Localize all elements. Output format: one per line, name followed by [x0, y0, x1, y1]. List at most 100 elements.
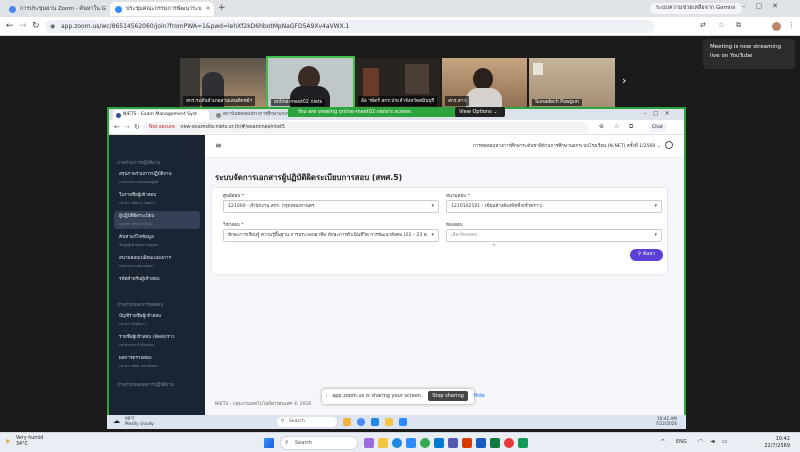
- avatar[interactable]: [772, 22, 781, 31]
- bookmark-icon[interactable]: ☆: [718, 21, 724, 29]
- sidebar-item-edit-data[interactable]: ค้นหาแก้ไขข้อมูล ข้อมูลผู้เข้าสอบรายบุคคล: [114, 232, 200, 250]
- back-icon[interactable]: ←: [114, 123, 120, 131]
- new-tab-icon[interactable]: +: [218, 3, 226, 13]
- teams-icon[interactable]: [448, 438, 458, 448]
- forward-icon[interactable]: →: [19, 21, 27, 31]
- share-notice: ⁞ app.zoom.us is sharing your screen. St…: [322, 389, 485, 404]
- shared-date: 7/22/2026: [655, 421, 677, 426]
- sidebar-item-violations[interactable]: ผู้ปฏิบัติผิดระเบียบ เอกสาร สทศ.5 (ใหม่): [114, 211, 200, 229]
- bookmark-icon[interactable]: ☆: [614, 123, 619, 130]
- hamburger-menu-icon[interactable]: ≡: [215, 141, 222, 150]
- chrome-icon[interactable]: [420, 438, 430, 448]
- tray-chevron-icon[interactable]: ⌃: [660, 438, 666, 446]
- menu-icon[interactable]: ⋮: [788, 21, 795, 29]
- sidebar-item-label: ใบรายชื่อผู้เข้าสอบ: [119, 193, 157, 198]
- reload-icon[interactable]: ↻: [134, 123, 140, 131]
- sidebar-item-examinee-list[interactable]: บัญชีรายชื่อผู้เข้าสอบ เอกสาร Digital 1: [114, 311, 200, 329]
- sidebar-section-title: ภาพรวมการปฏิบัติงาน: [117, 161, 161, 166]
- taskbar-search-label: Search: [289, 419, 305, 424]
- file-explorer-icon[interactable]: [378, 438, 388, 448]
- gemini-chip-label: ระบบความช่วยเหลือจาก Gemini: [656, 5, 736, 11]
- window-controls[interactable]: –▢✕: [742, 2, 788, 10]
- weather-icon: ☁: [113, 417, 120, 425]
- app-icon[interactable]: [518, 438, 528, 448]
- clock[interactable]: 10:42 22/7/2569: [750, 436, 790, 449]
- site-info-icon[interactable]: ◉: [50, 20, 55, 33]
- app-icon[interactable]: [343, 418, 351, 426]
- sidebar-item-room-list[interactable]: รายชื่อผู้เข้าสอบ (จัดส่ง)ราว เอกสารประจำ…: [114, 332, 200, 350]
- caret-down-icon: ▾: [431, 203, 434, 209]
- zoom-app-icon[interactable]: [406, 438, 416, 448]
- gemini-chip[interactable]: ระบบความช่วยเหลือจาก Gemini: [650, 3, 742, 14]
- user-icon[interactable]: [665, 141, 673, 149]
- filter-card: ศูนย์สอบ * 121000 - สำนักงาน สกร. กรุงเท…: [212, 188, 667, 274]
- word-icon[interactable]: [476, 438, 486, 448]
- battery-icon[interactable]: ▭: [722, 438, 728, 445]
- extensions-icon[interactable]: ⧉: [736, 21, 741, 30]
- weather-icon: ☀: [4, 437, 12, 446]
- close-icon[interactable]: ✕: [106, 6, 108, 12]
- taskbar-search[interactable]: ⚲ Search: [280, 436, 358, 450]
- browser-tab-active[interactable]: ประชุมคณะกรรมการพัฒนาระบ ✕: [110, 2, 214, 16]
- shared-url-input[interactable]: Not secure new-examsite.niets.or.th/#/ex…: [143, 122, 588, 133]
- room-object: [405, 64, 429, 94]
- hide-link[interactable]: Hide: [473, 393, 484, 399]
- excel-icon[interactable]: [490, 438, 500, 448]
- participant-video[interactable]: สกร.สาว: [442, 58, 527, 108]
- view-options-button[interactable]: View Options ⌄: [455, 107, 505, 117]
- chrome-icon[interactable]: [357, 418, 365, 426]
- search-button[interactable]: ⚲ ค้นหา: [630, 249, 663, 261]
- chat-button[interactable]: Chat: [649, 123, 666, 132]
- edge-icon[interactable]: [371, 418, 379, 426]
- powerpoint-icon[interactable]: [462, 438, 472, 448]
- app-icon[interactable]: [504, 438, 514, 448]
- extensions-icon[interactable]: ⧉: [629, 123, 633, 131]
- explorer-icon[interactable]: [385, 418, 393, 426]
- translate-icon[interactable]: ⇄: [700, 21, 706, 29]
- stop-sharing-button[interactable]: Stop sharing: [428, 391, 468, 401]
- weather-desc: Mostly cloudy: [125, 421, 154, 426]
- sidebar-item-overview[interactable]: สรุปภาพรวมการปฏิบัติงาน ภาพรวมการสอบของศู…: [114, 169, 200, 187]
- shared-window-controls[interactable]: –▢✕: [644, 110, 676, 117]
- windows-start-icon[interactable]: [264, 438, 274, 448]
- weather-widget[interactable]: Very humid 34°C: [16, 436, 43, 448]
- edge-icon[interactable]: [392, 438, 402, 448]
- site-select[interactable]: 1210102101 - เขียนห้างต้องพิชชิ่ง(ชั่วคร…: [446, 200, 662, 213]
- language-indicator[interactable]: ENG: [676, 439, 687, 445]
- outlook-icon[interactable]: [434, 438, 444, 448]
- close-icon[interactable]: ✕: [202, 6, 211, 12]
- url-input[interactable]: ◉ app.zoom.us/wc/86514562060/join?fromPW…: [45, 20, 655, 33]
- wifi-icon[interactable]: ◠: [698, 438, 703, 445]
- room-select[interactable]: เลือกห้องสอบ ▾: [446, 229, 662, 242]
- participant-video[interactable]: สกร.ระดับอำเภอสามเสนดิตชย์ฯ: [180, 58, 266, 108]
- sidebar: ภาพรวมการปฏิบัติงาน สรุปภาพรวมการปฏิบัติ…: [109, 135, 205, 417]
- sidebar-item-sub: เอกสาร สทศ. ประเมินผล: [119, 364, 158, 368]
- reload-icon[interactable]: ↻: [32, 21, 40, 31]
- taskbar: ☀ Very humid 34°C ⚲ Search ⌃ ENG ◠ ◄ ▭ 10:…: [0, 432, 800, 452]
- forward-icon[interactable]: →: [124, 123, 130, 131]
- browser-tab[interactable]: การประชุมผ่าน Zoom - ค้นหาใน G ✕: [4, 2, 108, 16]
- shared-tab-active[interactable]: NIETS - Exam Management Syst: [113, 110, 209, 120]
- sidebar-item-site-change[interactable]: สนามสอบเปลี่ยนแปลงการ สรุปรายงานสนามสอบ: [114, 253, 200, 271]
- drag-handle-icon[interactable]: ⁞: [326, 393, 328, 399]
- back-icon[interactable]: ←: [6, 21, 14, 31]
- sidebar-item-attendance[interactable]: ใบรายชื่อผู้เข้าสอบ เอกสาร สทศ.2, สทศ.3: [114, 190, 200, 208]
- shared-tab-label: NIETS - Exam Management Syst: [123, 112, 197, 117]
- task-view-icon[interactable]: [364, 438, 374, 448]
- next-page-icon[interactable]: ›: [622, 74, 626, 87]
- center-select[interactable]: 121000 - สำนักงาน สกร. กรุงเทพมหานคร ▾: [223, 200, 439, 213]
- exam-selector[interactable]: การทดสอบทางการศึกษาระดับชาติด้านการศึกษา…: [473, 143, 661, 150]
- search-icon: ⚲: [285, 440, 289, 446]
- weather-widget[interactable]: 99°F Mostly cloudy: [125, 416, 154, 426]
- zoom-page-icon[interactable]: ⊕: [599, 123, 604, 130]
- sidebar-item-examinee-code[interactable]: รหัสสำหรับผู้เข้าสอบ: [114, 274, 200, 292]
- sidebar-item-sub: เอกสาร Digital 1: [119, 322, 147, 326]
- participant-video[interactable]: Sunadech Pawgun: [529, 58, 615, 108]
- taskbar-search[interactable]: ⚲ Search: [277, 417, 337, 427]
- subject-select[interactable]: ทักษะการเรียนรู้ ความรู้พื้นฐาน การประกอ…: [223, 229, 439, 242]
- volume-icon[interactable]: ◄: [710, 438, 715, 445]
- zoom-app-icon[interactable]: [399, 418, 407, 426]
- sidebar-item-results[interactable]: ผลการตรวจสอบ เอกสาร สทศ. ประเมินผล: [114, 353, 200, 371]
- participant-video-active[interactable]: online-meet02 niets: [266, 56, 355, 110]
- participant-video[interactable]: อ้อ ฯพัตร์ สกร.ประจำจังหวัดสมินบุรี: [355, 58, 440, 108]
